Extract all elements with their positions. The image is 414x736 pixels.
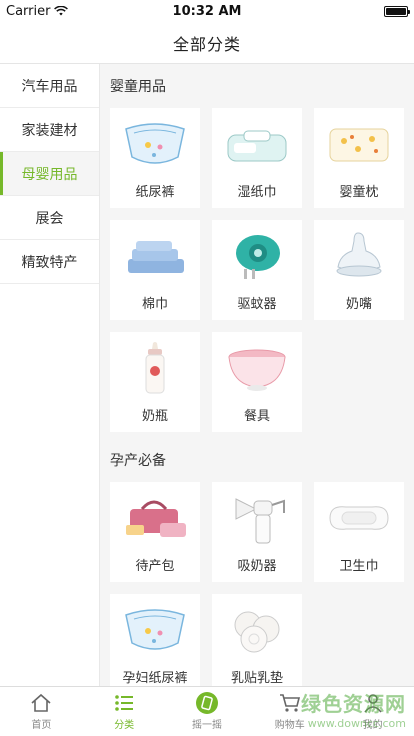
category-sidebar: 汽车用品 家装建材 母婴用品 展会 精致特产: [0, 64, 100, 686]
diaper-icon: [117, 115, 193, 173]
product-card-sanitary-pad[interactable]: 卫生巾: [314, 482, 404, 582]
sidebar-item-label: 汽车用品: [21, 78, 78, 95]
shake-icon: [195, 692, 219, 714]
tab-label: 分类: [114, 720, 135, 731]
tab-label: 首页: [31, 720, 52, 731]
product-label: 纸尿裤: [135, 185, 175, 200]
sidebar-item-mother-baby[interactable]: 母婴用品: [0, 152, 99, 196]
nursing-pad-icon: [219, 601, 295, 659]
section-title-maternity: 孕产必备: [110, 453, 166, 469]
product-card-tableware[interactable]: 餐具: [212, 332, 302, 432]
product-card-baby-bottle[interactable]: 奶瓶: [110, 332, 200, 432]
wifi-icon: [54, 6, 69, 16]
battery-icon: [384, 5, 410, 17]
pacifier-nipple-icon: [321, 227, 397, 285]
sidebar-item-label: 精致特产: [21, 254, 78, 271]
baby-pillow-icon: [321, 115, 397, 173]
bowl-icon: [219, 339, 295, 397]
list-icon: [112, 692, 136, 714]
product-card-mosquito-repeller[interactable]: 驱蚊器: [212, 220, 302, 320]
product-label: 湿纸巾: [237, 185, 277, 200]
baby-bottle-icon: [117, 339, 193, 397]
product-grid-baby: 纸尿裤 湿纸巾 婴童枕 棉巾 驱蚊器 奶嘴 奶瓶 餐具: [110, 108, 404, 432]
product-card-nipple[interactable]: 奶嘴: [314, 220, 404, 320]
tab-label: 摇一摇: [191, 720, 222, 731]
product-label: 奶嘴: [345, 297, 372, 312]
product-label: 卫生巾: [339, 559, 379, 574]
profile-icon: [361, 692, 385, 714]
sidebar-item-label: 母婴用品: [21, 166, 78, 183]
maternity-bag-icon: [117, 489, 193, 547]
sidebar-item-label: 展会: [35, 210, 64, 227]
product-label: 乳贴乳垫: [230, 671, 283, 686]
product-label: 婴童枕: [339, 185, 379, 200]
product-card-diaper[interactable]: 纸尿裤: [110, 108, 200, 208]
product-card-wet-wipes[interactable]: 湿纸巾: [212, 108, 302, 208]
page-title: 全部分类: [172, 34, 241, 54]
product-label: 孕妇纸尿裤: [122, 671, 188, 686]
product-label: 餐具: [243, 409, 270, 424]
tab-cart[interactable]: 购物车: [248, 687, 331, 736]
tab-label: 我的: [362, 720, 383, 731]
tab-profile[interactable]: 我的: [331, 687, 414, 736]
navigation-bar: 全部分类: [0, 22, 414, 64]
wet-wipes-icon: [219, 115, 295, 173]
category-content: 婴童用品 纸尿裤 湿纸巾 婴童枕 棉巾 驱蚊器 奶嘴 奶瓶 餐具 孕产必备 待产…: [100, 64, 414, 686]
sidebar-item-auto[interactable]: 汽车用品: [0, 64, 99, 108]
product-label: 驱蚊器: [237, 297, 277, 312]
product-label: 待产包: [135, 559, 175, 574]
cotton-towel-icon: [117, 227, 193, 285]
product-card-nursing-pad[interactable]: 乳贴乳垫: [212, 594, 302, 686]
tab-label: 购物车: [274, 720, 305, 731]
tab-shake[interactable]: 摇一摇: [166, 687, 249, 736]
product-card-breast-pump[interactable]: 吸奶器: [212, 482, 302, 582]
breast-pump-icon: [219, 489, 295, 547]
sidebar-item-label: 家装建材: [21, 122, 78, 139]
sidebar-item-exhibition[interactable]: 展会: [0, 196, 99, 240]
sidebar-item-specialty[interactable]: 精致特产: [0, 240, 99, 284]
home-icon: [29, 692, 53, 714]
product-card-maternity-diaper[interactable]: 孕妇纸尿裤: [110, 594, 200, 686]
product-card-maternity-bag[interactable]: 待产包: [110, 482, 200, 582]
product-grid-maternity: 待产包 吸奶器 卫生巾 孕妇纸尿裤 乳贴乳垫: [110, 482, 404, 686]
mosquito-repeller-icon: [219, 227, 295, 285]
product-label: 棉巾: [141, 297, 168, 312]
section-title-baby: 婴童用品: [110, 79, 166, 95]
tab-category[interactable]: 分类: [83, 687, 166, 736]
product-card-cotton-towel[interactable]: 棉巾: [110, 220, 200, 320]
product-card-baby-pillow[interactable]: 婴童枕: [314, 108, 404, 208]
status-bar: Carrier 10:32 AM: [0, 0, 414, 22]
carrier-name: Carrier: [6, 3, 51, 19]
product-label: 奶瓶: [141, 409, 168, 424]
cart-icon: [278, 692, 302, 714]
maternity-diaper-icon: [117, 601, 193, 659]
tab-home[interactable]: 首页: [0, 687, 83, 736]
product-label: 吸奶器: [237, 559, 277, 574]
tab-bar: 首页 分类 摇一摇 购物车 我的: [0, 686, 414, 736]
sanitary-pad-icon: [321, 489, 397, 547]
sidebar-item-home-building[interactable]: 家装建材: [0, 108, 99, 152]
carrier-info: Carrier: [6, 3, 69, 19]
